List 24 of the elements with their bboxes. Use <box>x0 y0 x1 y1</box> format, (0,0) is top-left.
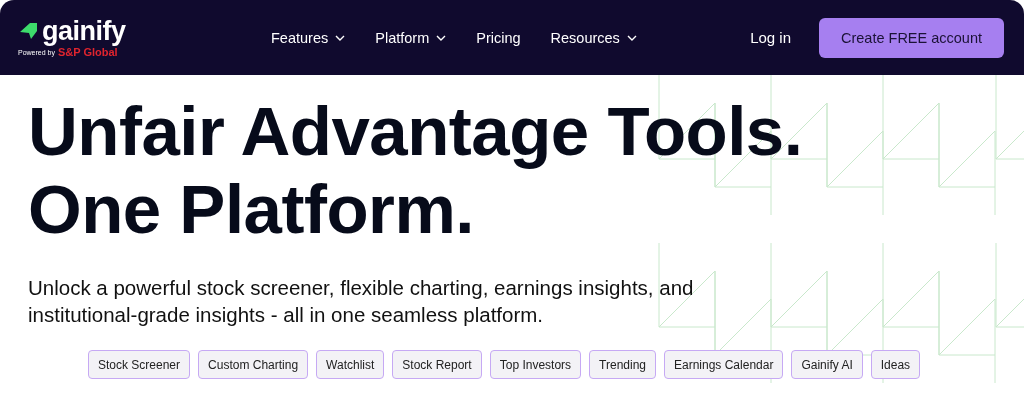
feature-chip[interactable]: Stock Screener <box>88 350 191 379</box>
nav-link[interactable]: Features <box>271 29 346 46</box>
nav-link[interactable]: Resources <box>550 29 637 46</box>
feature-chip[interactable]: Ideas <box>870 350 921 379</box>
brand-logo[interactable]: gainify <box>42 17 126 45</box>
feature-chip[interactable]: Gainify AI <box>791 350 863 379</box>
feature-chip[interactable]: Custom Charting <box>198 350 309 379</box>
nav-link[interactable]: Pricing <box>476 29 521 46</box>
feature-chip[interactable]: Earnings Calendar <box>664 350 784 379</box>
create-account-button[interactable]: Create FREE account <box>819 17 1004 58</box>
feature-chip[interactable]: Stock Report <box>392 350 482 379</box>
feature-chip[interactable]: Watchlist <box>316 350 385 379</box>
headline: One Platform. <box>28 171 474 249</box>
feature-chip[interactable]: Trending <box>589 350 656 379</box>
subtitle: Unlock a powerful stock screener, flexible charting, earnings insights, and institutional-grade insights - all in one seamless platform. <box>28 275 695 328</box>
feature-chip[interactable]: Top Investors <box>489 350 582 379</box>
chevron-down-icon <box>626 34 637 41</box>
headline: Unfair Advantage Tools. <box>28 93 803 171</box>
nav-link[interactable]: Platform <box>375 29 447 46</box>
login-link[interactable]: Log in <box>750 29 791 46</box>
partner-logo-text: S&P Global <box>57 46 118 58</box>
chevron-down-icon <box>436 34 447 41</box>
chevron-down-icon <box>335 34 346 41</box>
arrow-logo-icon <box>18 22 38 40</box>
